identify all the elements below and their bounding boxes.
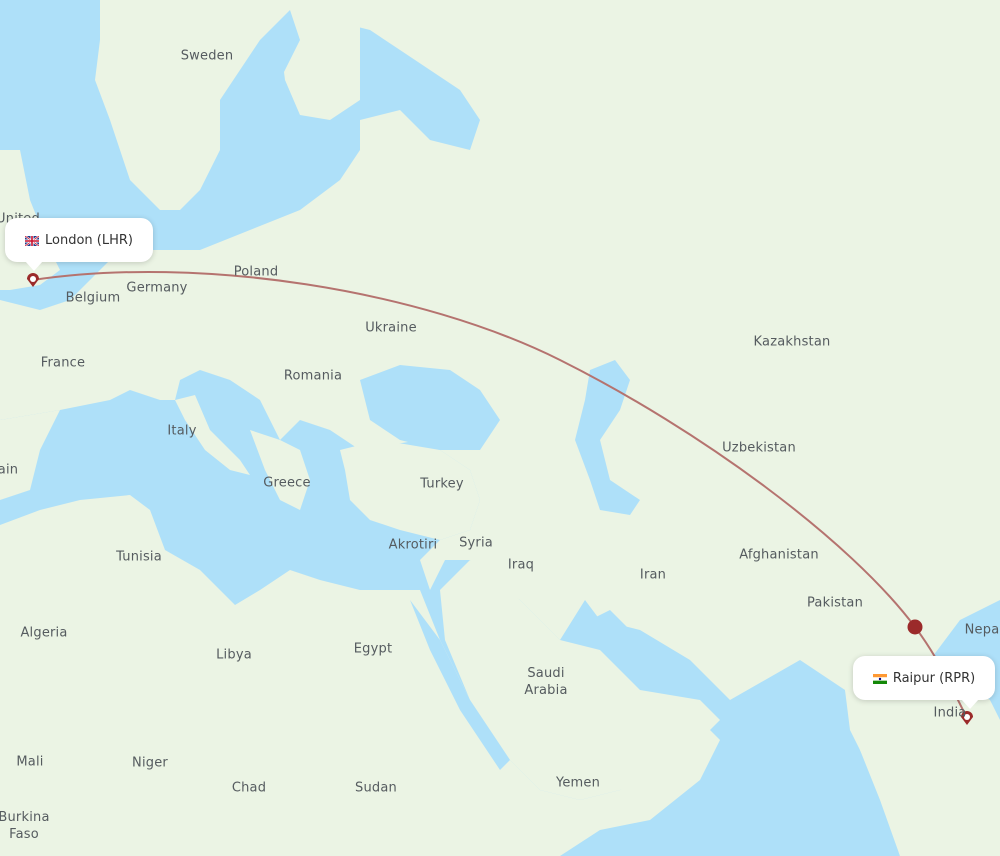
- origin-popup[interactable]: London (LHR): [5, 218, 153, 271]
- country-label: Niger: [132, 755, 168, 771]
- country-label: Italy: [167, 423, 197, 439]
- origin-label: London (LHR): [45, 232, 133, 248]
- country-label: Greece: [263, 475, 311, 491]
- country-label: Kazakhstan: [753, 334, 831, 350]
- country-label: Germany: [126, 280, 188, 296]
- country-label: Nepa: [964, 622, 1000, 638]
- country-label: France: [40, 355, 86, 371]
- country-label: Chad: [231, 780, 267, 796]
- country-label: Poland: [233, 264, 279, 280]
- country-label: Sweden: [180, 48, 234, 64]
- country-label: Algeria: [20, 625, 68, 641]
- country-label: Saudi Arabia: [524, 666, 568, 698]
- country-label: Iran: [639, 567, 667, 583]
- india-flag-icon: [872, 673, 887, 684]
- country-label: Mali: [16, 754, 44, 770]
- country-label: Tunisia: [116, 549, 162, 565]
- country-label: Afghanistan: [739, 547, 819, 563]
- country-label: Libya: [216, 647, 252, 663]
- country-label: Ukraine: [365, 320, 417, 336]
- plane-position-marker[interactable]: [907, 619, 923, 635]
- popup-tip: [961, 699, 979, 709]
- country-label: Romania: [283, 368, 343, 384]
- country-label: Akrotiri: [388, 537, 438, 553]
- country-label: Belgium: [65, 290, 121, 306]
- uk-flag-icon: [24, 235, 40, 247]
- destination-label: Raipur (RPR): [892, 670, 976, 686]
- country-label: Yemen: [555, 775, 601, 791]
- country-label: Pakistan: [806, 595, 864, 611]
- country-label: Syria: [459, 535, 493, 551]
- map-canvas[interactable]: [0, 0, 1000, 856]
- popup-tip: [25, 261, 43, 271]
- country-label: Turkey: [420, 476, 464, 492]
- country-label: Sudan: [355, 780, 397, 796]
- country-label: ain: [0, 462, 19, 478]
- country-label: Egypt: [353, 641, 393, 657]
- country-label: Uzbekistan: [722, 440, 796, 456]
- country-label: Burkina Faso: [0, 810, 50, 842]
- country-label: Iraq: [507, 557, 535, 573]
- destination-popup[interactable]: Raipur (RPR): [853, 656, 995, 709]
